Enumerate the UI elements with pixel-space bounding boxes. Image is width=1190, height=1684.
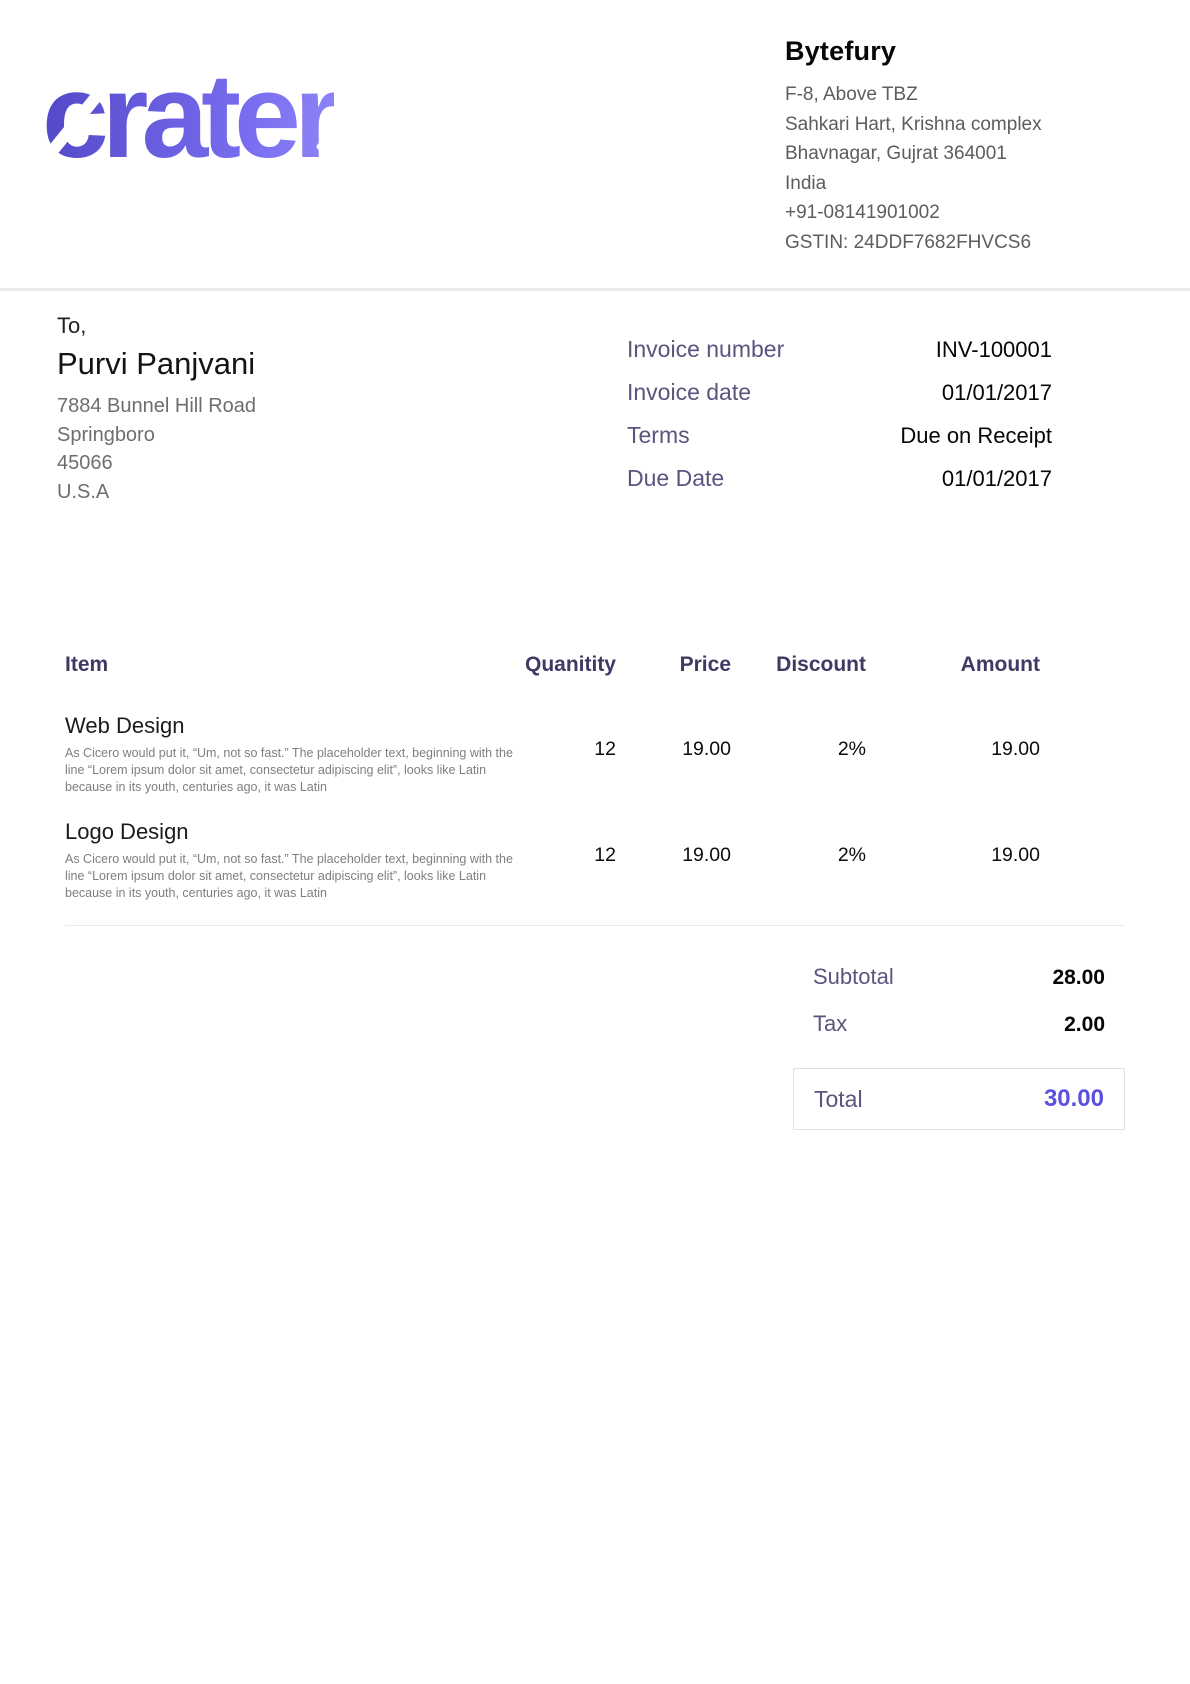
- company-gstin: GSTIN: 24DDF7682FHVCS6: [785, 228, 1165, 258]
- invoice-date-label: Invoice date: [627, 377, 751, 407]
- item-price: 19.00: [616, 712, 731, 796]
- tax-value: 2.00: [1064, 1010, 1105, 1040]
- table-row: Web Design As Cicero would put it, “Um, …: [65, 712, 1125, 796]
- company-address-line: Sahkari Hart, Krishna complex: [785, 110, 1165, 140]
- company-name: Bytefury: [785, 36, 1165, 67]
- customer-address: 7884 Bunnel Hill Road Springboro 45066 U…: [57, 392, 256, 506]
- column-header-amount: Amount: [866, 652, 1040, 678]
- item-discount: 2%: [731, 712, 866, 796]
- terms-row: Terms Due on Receipt: [627, 420, 1052, 451]
- invoice-number-row: Invoice number INV-100001: [627, 334, 1052, 365]
- customer-address-line: 7884 Bunnel Hill Road: [57, 392, 256, 421]
- items-table-header: Item Quanitity Price Discount Amount: [65, 652, 1125, 678]
- item-price: 19.00: [616, 818, 731, 902]
- item-cell: Logo Design As Cicero would put it, “Um,…: [65, 818, 510, 902]
- due-date-label: Due Date: [627, 463, 724, 493]
- customer-name: Purvi Panjvani: [57, 346, 256, 382]
- totals-divider: [65, 925, 1125, 926]
- company-address-line: India: [785, 169, 1165, 199]
- item-amount: 19.00: [866, 818, 1040, 902]
- due-date-value: 01/01/2017: [942, 464, 1052, 494]
- column-header-quantity: Quanitity: [510, 652, 616, 678]
- item-cell: Web Design As Cicero would put it, “Um, …: [65, 712, 510, 796]
- customer-address-line: 45066: [57, 449, 256, 478]
- item-discount: 2%: [731, 818, 866, 902]
- company-address-line: F-8, Above TBZ: [785, 80, 1165, 110]
- total-box: Total 30.00: [793, 1068, 1125, 1130]
- invoice-meta-block: Invoice number INV-100001 Invoice date 0…: [627, 334, 1052, 506]
- item-quantity: 12: [510, 712, 616, 796]
- invoice-number-value: INV-100001: [936, 335, 1052, 365]
- due-date-row: Due Date 01/01/2017: [627, 463, 1052, 494]
- invoice-date-row: Invoice date 01/01/2017: [627, 377, 1052, 408]
- item-name: Logo Design: [65, 818, 510, 846]
- invoice-date-value: 01/01/2017: [942, 378, 1052, 408]
- invoice-page: crater Bytefury F-8, Above TBZ Sahkari H…: [0, 0, 1190, 1684]
- column-header-item: Item: [65, 652, 510, 678]
- company-address: F-8, Above TBZ Sahkari Hart, Krishna com…: [785, 80, 1165, 257]
- subtotal-value: 28.00: [1052, 963, 1105, 993]
- item-description: As Cicero would put it, “Um, not so fast…: [65, 851, 525, 902]
- terms-value: Due on Receipt: [900, 421, 1052, 451]
- column-header-price: Price: [616, 652, 731, 678]
- item-description: As Cicero would put it, “Um, not so fast…: [65, 745, 525, 796]
- terms-label: Terms: [627, 420, 690, 450]
- item-name: Web Design: [65, 712, 510, 740]
- bill-to-block: To, Purvi Panjvani 7884 Bunnel Hill Road…: [57, 312, 256, 506]
- bill-to-label: To,: [57, 312, 256, 340]
- company-phone: +91-08141901002: [785, 198, 1165, 228]
- items-table: Item Quanitity Price Discount Amount Web…: [65, 652, 1125, 1130]
- total-label: Total: [814, 1086, 863, 1113]
- tax-row: Tax 2.00: [793, 1009, 1125, 1040]
- tax-label: Tax: [813, 1009, 847, 1039]
- table-row: Logo Design As Cicero would put it, “Um,…: [65, 818, 1125, 902]
- customer-address-line: Springboro: [57, 421, 256, 450]
- total-value: 30.00: [1044, 1085, 1104, 1113]
- item-amount: 19.00: [866, 712, 1040, 796]
- customer-address-line: U.S.A: [57, 478, 256, 507]
- billing-section: To, Purvi Panjvani 7884 Bunnel Hill Road…: [0, 294, 1190, 558]
- totals-block: Subtotal 28.00 Tax 2.00 Total 30.00: [793, 962, 1125, 1130]
- subtotal-row: Subtotal 28.00: [793, 962, 1125, 993]
- column-header-discount: Discount: [731, 652, 866, 678]
- company-info-block: Bytefury F-8, Above TBZ Sahkari Hart, Kr…: [785, 36, 1165, 257]
- crater-logo: crater: [42, 56, 334, 176]
- item-quantity: 12: [510, 818, 616, 902]
- invoice-number-label: Invoice number: [627, 334, 784, 364]
- company-address-line: Bhavnagar, Gujrat 364001: [785, 139, 1165, 169]
- subtotal-label: Subtotal: [813, 962, 894, 992]
- invoice-header: crater Bytefury F-8, Above TBZ Sahkari H…: [0, 0, 1190, 291]
